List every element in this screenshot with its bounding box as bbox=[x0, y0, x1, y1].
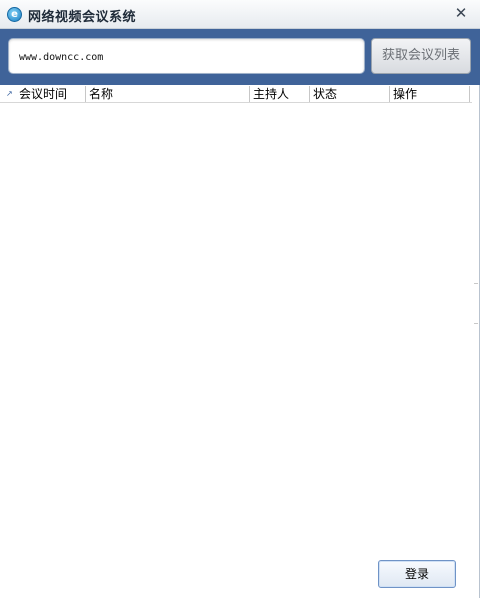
meeting-list-header: ↗ 会议时间 名称 主持人 状态 操作 bbox=[0, 85, 472, 103]
server-url-field[interactable] bbox=[8, 38, 365, 74]
edge-tick bbox=[474, 283, 478, 284]
column-header-name[interactable]: 名称 bbox=[86, 85, 248, 103]
column-header-meeting-time[interactable]: 会议时间 bbox=[16, 85, 84, 103]
app-logo-icon: e bbox=[7, 7, 22, 22]
title-bar[interactable]: e 网络视频会议系统 ✕ bbox=[0, 0, 480, 29]
toolbar: 获取会议列表 bbox=[0, 29, 480, 85]
fetch-meeting-list-button[interactable]: 获取会议列表 bbox=[371, 38, 471, 74]
app-window: e 网络视频会议系统 ✕ 获取会议列表 ↗ 会议时间 名称 主持人 状态 操作 … bbox=[0, 0, 480, 598]
server-url-input[interactable] bbox=[19, 48, 349, 66]
meeting-list[interactable] bbox=[0, 104, 472, 550]
column-header-actions[interactable]: 操作 bbox=[390, 85, 468, 103]
window-title: 网络视频会议系统 bbox=[28, 10, 137, 25]
column-header-host[interactable]: 主持人 bbox=[250, 85, 308, 103]
login-button[interactable]: 登录 bbox=[378, 560, 456, 588]
column-header-status[interactable]: 状态 bbox=[310, 85, 388, 103]
column-divider[interactable] bbox=[469, 86, 470, 102]
sort-arrow-icon: ↗ bbox=[6, 89, 13, 98]
close-button[interactable]: ✕ bbox=[452, 4, 470, 22]
edge-tick bbox=[474, 323, 478, 324]
